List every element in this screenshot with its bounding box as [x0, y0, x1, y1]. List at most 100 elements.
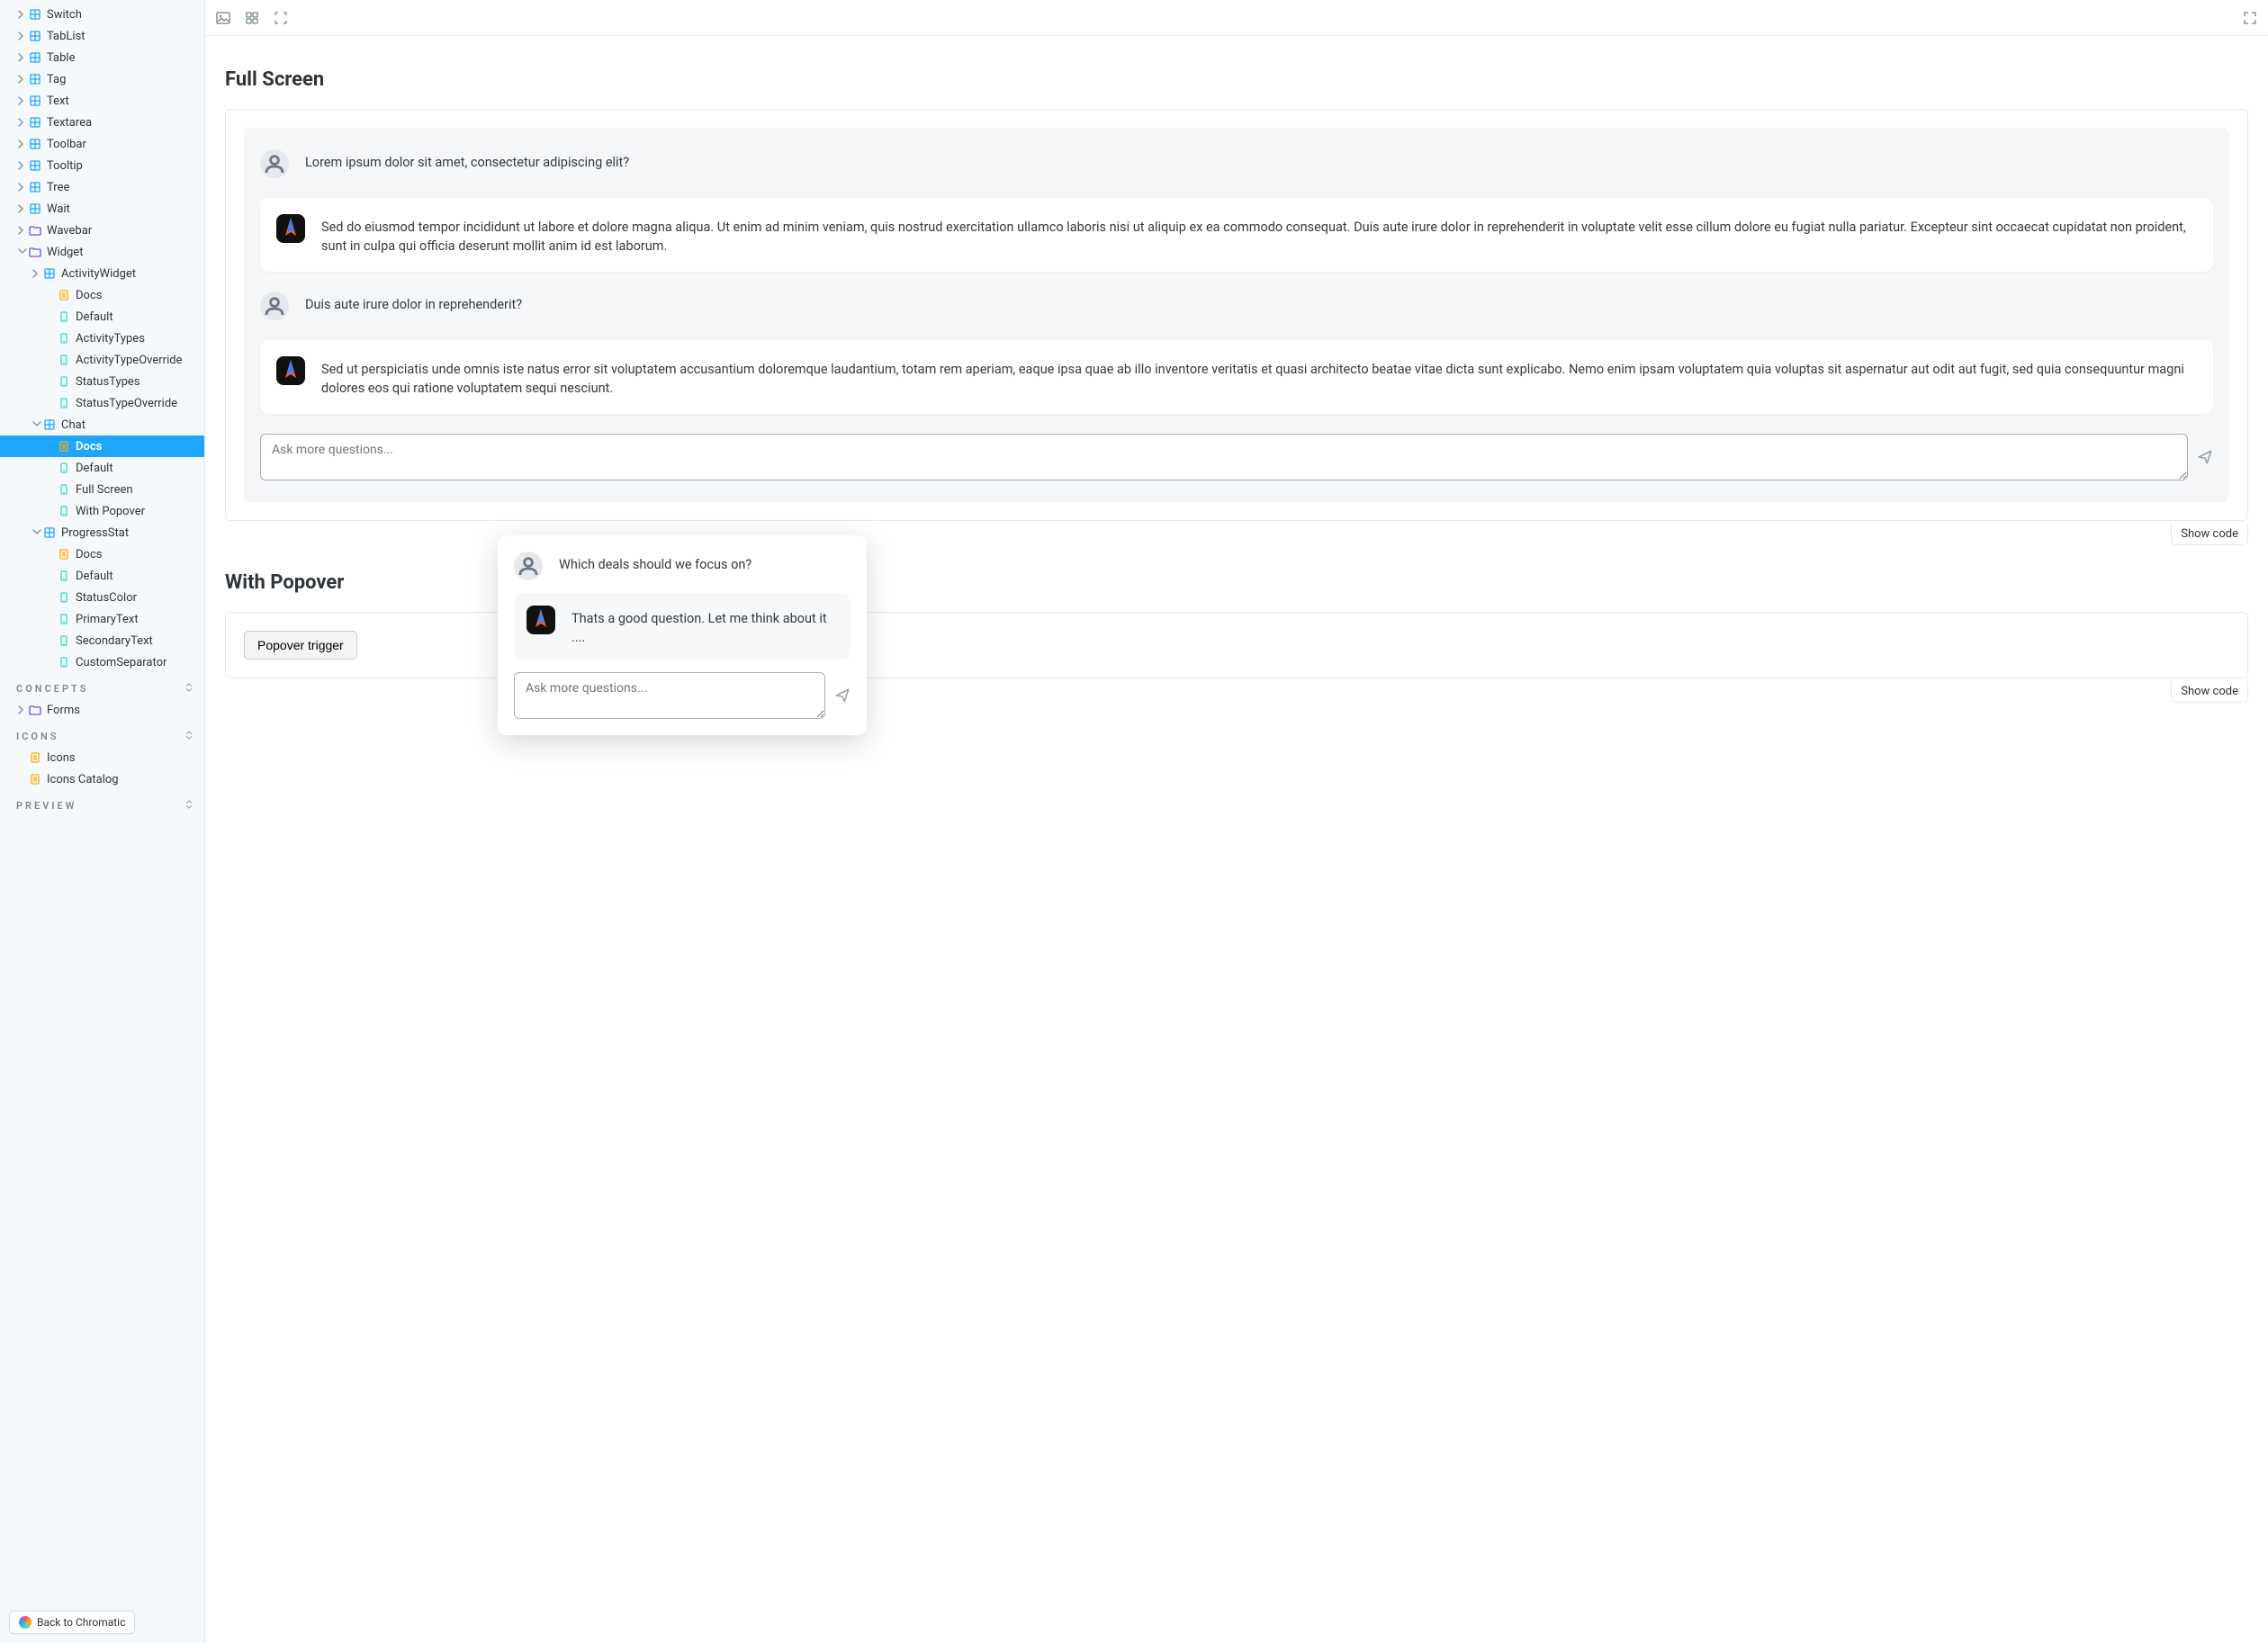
- component-tree[interactable]: Switch TabListTableTag Text TextareaToolbar…: [0, 0, 204, 1643]
- chevron-right-icon[interactable]: [18, 204, 27, 213]
- tree-item-label: Switch: [47, 8, 82, 22]
- caret-spacer: [47, 399, 56, 408]
- tree-item-secondarytext[interactable]: SecondaryText: [0, 630, 204, 651]
- component-icon: [29, 138, 41, 150]
- tree-item-switch[interactable]: Switch: [0, 4, 204, 25]
- send-icon[interactable]: [834, 687, 850, 704]
- tree-item-with-popover[interactable]: With Popover: [0, 500, 204, 522]
- message-text: Sed ut perspiciatis unde omnis iste natu…: [321, 356, 2197, 398]
- chevron-down-icon[interactable]: [32, 528, 41, 537]
- chevron-right-icon[interactable]: [18, 31, 27, 40]
- send-icon[interactable]: [2197, 449, 2213, 465]
- caret-spacer: [18, 753, 27, 762]
- tree-item-toolbar[interactable]: Toolbar: [0, 133, 204, 155]
- show-code-button[interactable]: Show code: [2171, 524, 2248, 545]
- expand-icon[interactable]: [184, 799, 194, 813]
- tree-item-statuscolor[interactable]: StatusColor: [0, 587, 204, 608]
- user-avatar: [514, 552, 543, 580]
- component-icon: [29, 51, 41, 64]
- tree-item-widget[interactable]: Widget: [0, 241, 204, 263]
- expand-icon[interactable]: [184, 730, 194, 743]
- tree-item-docs[interactable]: Docs: [0, 284, 204, 306]
- story-icon: [58, 332, 70, 345]
- tree-item-activitytypes[interactable]: ActivityTypes: [0, 328, 204, 349]
- tree-item-label: Text: [47, 94, 69, 108]
- tree-item-label: Widget: [47, 246, 83, 259]
- story-icon: [58, 570, 70, 582]
- popover-trigger-button[interactable]: Popover trigger: [244, 631, 357, 660]
- photo-icon[interactable]: [216, 11, 230, 25]
- tree-item-wavebar[interactable]: Wavebar: [0, 220, 204, 241]
- chevron-down-icon[interactable]: [18, 247, 27, 256]
- chevron-right-icon[interactable]: [18, 96, 27, 105]
- show-code-button[interactable]: Show code: [2171, 681, 2248, 703]
- bot-avatar: [276, 356, 305, 385]
- chevron-right-icon[interactable]: [32, 269, 41, 278]
- component-icon: [29, 73, 41, 85]
- expand-icon[interactable]: [184, 682, 194, 696]
- chat-input[interactable]: [260, 434, 2188, 480]
- caret-spacer: [47, 593, 56, 602]
- tree-item-activitywidget[interactable]: ActivityWidget: [0, 263, 204, 284]
- chevron-right-icon[interactable]: [18, 183, 27, 192]
- tree-item-label: Tree: [47, 181, 69, 194]
- chat-input[interactable]: [514, 672, 825, 719]
- tree-item-label: ActivityTypeOverride: [76, 354, 182, 367]
- doc-icon: [58, 289, 70, 301]
- chevron-right-icon[interactable]: [18, 10, 27, 19]
- focus-icon[interactable]: [274, 11, 288, 25]
- tree-item-docs[interactable]: Docs: [0, 435, 204, 457]
- tree-item-icons-catalog[interactable]: Icons Catalog: [0, 768, 204, 790]
- fullscreen-icon[interactable]: [2243, 11, 2257, 25]
- doc-icon: [58, 440, 70, 453]
- chevron-right-icon[interactable]: [18, 139, 27, 148]
- chevron-right-icon[interactable]: [18, 705, 27, 714]
- chevron-right-icon[interactable]: [18, 53, 27, 62]
- tree-item-statustypes[interactable]: StatusTypes: [0, 371, 204, 392]
- story-title-fullscreen: Full Screen: [225, 68, 2248, 91]
- tree-item-statustypeoverride[interactable]: StatusTypeOverride: [0, 392, 204, 414]
- tree-item-chat[interactable]: Chat: [0, 414, 204, 435]
- tree-item-primarytext[interactable]: PrimaryText: [0, 608, 204, 630]
- tree-item-default[interactable]: Default: [0, 565, 204, 587]
- bot-message: Thats a good question. Let me think abou…: [514, 593, 850, 660]
- tree-item-activitytypeoverride[interactable]: ActivityTypeOverride: [0, 349, 204, 371]
- caret-spacer: [47, 485, 56, 494]
- tree-item-text[interactable]: Text: [0, 90, 204, 112]
- tree-item-tree[interactable]: Tree: [0, 176, 204, 198]
- chevron-down-icon[interactable]: [32, 420, 41, 429]
- chevron-right-icon[interactable]: [18, 75, 27, 84]
- tree-item-label: ActivityWidget: [61, 267, 136, 281]
- chevron-right-icon[interactable]: [18, 118, 27, 127]
- tree-item-tooltip[interactable]: Tooltip: [0, 155, 204, 176]
- tree-item-label: With Popover: [76, 505, 145, 518]
- tree-item-textarea[interactable]: Textarea: [0, 112, 204, 133]
- section-concepts[interactable]: CONCEPTS: [0, 673, 204, 699]
- tree-item-tag[interactable]: Tag: [0, 68, 204, 90]
- chevron-right-icon[interactable]: [18, 161, 27, 170]
- tree-item-label: Default: [76, 462, 113, 475]
- tree-item-table[interactable]: Table: [0, 47, 204, 68]
- chevron-right-icon[interactable]: [18, 226, 27, 235]
- section-preview[interactable]: PREVIEW: [0, 790, 204, 816]
- caret-spacer: [47, 571, 56, 580]
- tree-item-progressstat[interactable]: ProgressStat: [0, 522, 204, 543]
- tree-item-forms[interactable]: Forms: [0, 699, 204, 721]
- tree-item-tablist[interactable]: TabList: [0, 25, 204, 47]
- docs-canvas[interactable]: Full Screen Lorem ipsum dolor sit amet, …: [205, 36, 2268, 1643]
- tree-item-wait[interactable]: Wait: [0, 198, 204, 220]
- tree-item-docs[interactable]: Docs: [0, 543, 204, 565]
- caret-spacer: [47, 355, 56, 364]
- back-to-chromatic-button[interactable]: Back to Chromatic: [9, 1611, 135, 1634]
- message-text: Which deals should we focus on?: [559, 552, 752, 574]
- section-icons[interactable]: ICONS: [0, 721, 204, 747]
- tree-item-full-screen[interactable]: Full Screen: [0, 479, 204, 500]
- message-text: Sed do eiusmod tempor incididunt ut labo…: [321, 214, 2197, 256]
- tree-item-icons[interactable]: Icons: [0, 747, 204, 768]
- tree-item-customseparator[interactable]: CustomSeparator: [0, 651, 204, 673]
- tree-item-default[interactable]: Default: [0, 457, 204, 479]
- component-icon: [29, 94, 41, 107]
- grid-icon[interactable]: [245, 11, 259, 25]
- tree-item-default[interactable]: Default: [0, 306, 204, 328]
- component-icon: [43, 526, 56, 539]
